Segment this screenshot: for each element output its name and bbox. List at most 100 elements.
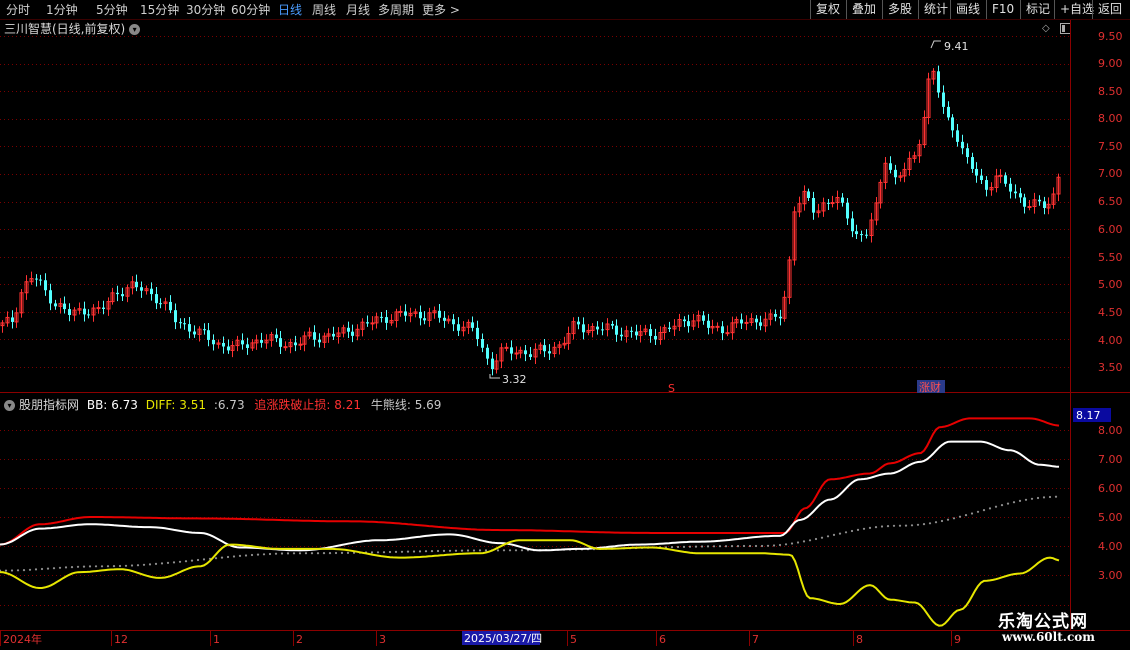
candle-body xyxy=(241,340,244,345)
low-price-label: 3.32 xyxy=(502,373,527,386)
candle-body xyxy=(222,342,225,347)
candle-body xyxy=(851,218,854,232)
bull-bear-point xyxy=(700,545,704,548)
bull-bear-point xyxy=(136,564,140,567)
candle-body xyxy=(683,319,686,322)
candle-body xyxy=(942,92,945,107)
bull-bear-point xyxy=(226,555,230,559)
bull-bear-point xyxy=(334,551,338,555)
bull-bear-point xyxy=(472,549,476,552)
candle-body xyxy=(102,307,105,309)
bull-bear-point xyxy=(988,507,992,510)
candle-body xyxy=(860,234,863,236)
bull-bear-point xyxy=(460,549,464,552)
bull-bear-point xyxy=(340,551,344,555)
candle-body xyxy=(975,168,978,176)
price-tick: 9.50 xyxy=(1098,30,1123,43)
bull-bear-point xyxy=(1012,501,1016,504)
bull-bear-point xyxy=(484,549,488,552)
candle-body xyxy=(1004,175,1007,184)
candle-body xyxy=(49,290,52,304)
candle-body xyxy=(83,308,86,315)
candle-body xyxy=(649,329,652,336)
bull-bear-point xyxy=(748,544,752,548)
bull-bear-point xyxy=(46,567,50,570)
bull-bear-point xyxy=(220,556,224,559)
bull-bear-point xyxy=(712,545,716,548)
bull-bear-point xyxy=(250,553,254,557)
candle-body xyxy=(744,321,749,324)
bull-bear-point xyxy=(1030,497,1034,500)
bull-bear-point xyxy=(286,552,290,555)
low-annotation: 3.32 xyxy=(489,373,527,386)
bull-bear-point xyxy=(850,529,854,533)
bull-bear-point xyxy=(976,510,980,513)
candle-body xyxy=(275,334,278,339)
bull-bear-point xyxy=(670,546,674,549)
bull-bear-point xyxy=(178,560,182,563)
bull-bear-point xyxy=(292,552,296,555)
candle-body xyxy=(423,318,426,321)
bull-bear-point xyxy=(742,544,746,548)
bull-bear-point xyxy=(244,554,248,557)
candle-body xyxy=(366,322,369,324)
bull-bear-point xyxy=(958,515,962,518)
candle-body xyxy=(998,174,1003,177)
bull-bear-point xyxy=(778,543,782,547)
bull-bear-point xyxy=(952,517,956,520)
bull-bear-point xyxy=(160,562,164,565)
bull-bear-point xyxy=(760,544,764,548)
watermark-title: 乐淘公式网 xyxy=(998,612,1088,632)
bull-bear-point xyxy=(52,567,56,570)
candle-body xyxy=(491,358,494,370)
bull-bear-point xyxy=(796,541,800,544)
signal-s-marker: S xyxy=(668,382,675,395)
candle-body xyxy=(332,333,335,337)
watermark-url: www.60lt.com xyxy=(1002,630,1095,644)
bull-bear-point xyxy=(166,561,170,565)
bull-bear-point xyxy=(388,550,392,554)
candle-body xyxy=(193,331,196,335)
candle-body xyxy=(39,279,42,281)
bull-bear-point xyxy=(508,549,512,552)
bull-bear-point xyxy=(1006,502,1010,505)
bull-bear-point xyxy=(172,561,176,564)
bull-bear-point xyxy=(154,562,158,566)
candle-body xyxy=(702,315,705,321)
indicator-axis: 8.17 8.00 7.00 6.00 5.00 4.00 3.00 xyxy=(1073,408,1123,582)
bull-bear-point xyxy=(100,565,104,568)
bull-bear-point xyxy=(448,549,452,552)
candle-body xyxy=(865,234,868,236)
candle-body xyxy=(894,169,897,178)
indicator-tick: 3.00 xyxy=(1098,569,1123,582)
bull-bear-point xyxy=(130,564,134,567)
time-tick: 2 xyxy=(296,633,303,646)
candle-body xyxy=(582,324,585,333)
bull-bear-point xyxy=(436,549,440,553)
bull-bear-point xyxy=(382,551,386,554)
bull-bear-point xyxy=(880,525,884,528)
time-axis: 2024年 12 1 2 3 2025/03/27/四 5 6 7 8 9 xyxy=(0,631,961,646)
price-tick: 9.00 xyxy=(1098,57,1123,70)
candle-body xyxy=(68,309,71,315)
kline-chart[interactable]: 9.50 9.00 8.50 8.00 7.50 7.00 6.50 6.00 … xyxy=(0,0,1130,650)
candle-body xyxy=(577,321,580,325)
main-gridlines xyxy=(0,36,1070,368)
bull-bear-point xyxy=(706,545,710,548)
candle-body xyxy=(183,323,186,325)
price-tick: 8.00 xyxy=(1098,112,1123,125)
time-tick: 3 xyxy=(379,633,386,646)
bull-bear-point xyxy=(922,523,926,526)
bull-bear-point xyxy=(424,550,428,553)
candle-body xyxy=(668,327,671,329)
candle-body xyxy=(486,347,489,359)
time-tick: 12 xyxy=(114,633,128,646)
candle-body xyxy=(779,316,782,319)
candle-body xyxy=(1038,199,1041,202)
candle-body xyxy=(830,202,835,205)
bull-bear-point xyxy=(718,545,722,548)
bull-bear-point xyxy=(190,559,194,562)
price-tick: 5.50 xyxy=(1098,251,1123,264)
bull-bear-point xyxy=(730,545,734,548)
candle-body xyxy=(846,202,849,219)
